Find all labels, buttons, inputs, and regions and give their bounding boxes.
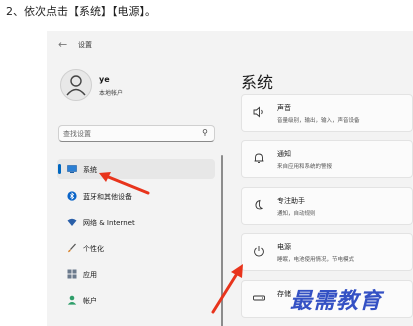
avatar[interactable] [60,69,92,101]
sidebar-item-label: 应用 [83,271,97,279]
settings-window: ← 设置 ye 本地帐户 ⚲ 系统 蓝牙和其他设备 网络 & Internet [47,31,413,326]
sidebar-item-accounts[interactable]: 帐户 [57,290,215,310]
card-subtitle: 通知，自动规则 [277,211,316,217]
sidebar-item-label: 网络 & Internet [83,219,135,227]
sidebar-item-network[interactable]: 网络 & Internet [57,212,215,232]
card-subtitle: 来自应用和系统的警报 [277,164,333,170]
brush-icon [67,243,77,253]
sidebar-item-label: 帐户 [83,297,97,305]
storage-icon [252,291,266,305]
sidebar-item-bluetooth[interactable]: 蓝牙和其他设备 [57,186,215,206]
card-notifications[interactable]: 通知 来自应用和系统的警报 [241,140,413,178]
card-sound[interactable]: 声音 音量级别，输出，输入，声音设备 [241,94,413,132]
account-icon [67,295,77,305]
speaker-icon [252,105,266,119]
title-bar: ← 设置 [47,31,413,59]
window-title: 设置 [78,41,92,49]
back-arrow-icon[interactable]: ← [58,38,67,51]
card-title: 专注助手 [277,197,305,205]
card-title: 通知 [277,150,291,158]
sidebar-item-apps[interactable]: 应用 [57,264,215,284]
account-type: 本地帐户 [99,90,124,97]
selection-indicator [58,164,61,174]
card-title: 电源 [277,243,291,251]
sidebar-scrollbar[interactable] [221,155,223,326]
card-title: 声音 [277,104,291,112]
card-subtitle: 音量级别，输出，输入，声音设备 [277,118,360,124]
power-icon [252,244,266,258]
apps-icon [67,269,77,279]
watermark: 最需教育 [290,288,383,314]
bluetooth-icon [67,191,77,201]
moon-icon [252,198,266,212]
page-title: 系统 [241,73,274,92]
wifi-icon [67,217,77,227]
search-input[interactable] [63,128,191,139]
sidebar-item-label: 蓝牙和其他设备 [83,193,132,201]
monitor-icon [67,164,77,174]
bell-icon [252,151,266,165]
sidebar-item-personalization[interactable]: 个性化 [57,238,215,258]
user-name: ye [99,75,110,84]
sidebar-item-system[interactable]: 系统 [57,159,215,179]
search-box[interactable]: ⚲ [58,125,215,142]
instruction-text: 2、依次点击【系统】【电源】。 [6,5,156,18]
search-icon[interactable]: ⚲ [202,128,208,137]
sidebar-item-label: 系统 [83,166,97,174]
card-title: 存储 [277,290,291,298]
person-icon [66,75,86,96]
card-subtitle: 睡眠，电池使用情况，节电模式 [277,257,355,263]
sidebar-item-label: 个性化 [83,245,104,253]
card-power[interactable]: 电源 睡眠，电池使用情况，节电模式 [241,233,413,271]
card-focus-assist[interactable]: 专注助手 通知，自动规则 [241,187,413,225]
